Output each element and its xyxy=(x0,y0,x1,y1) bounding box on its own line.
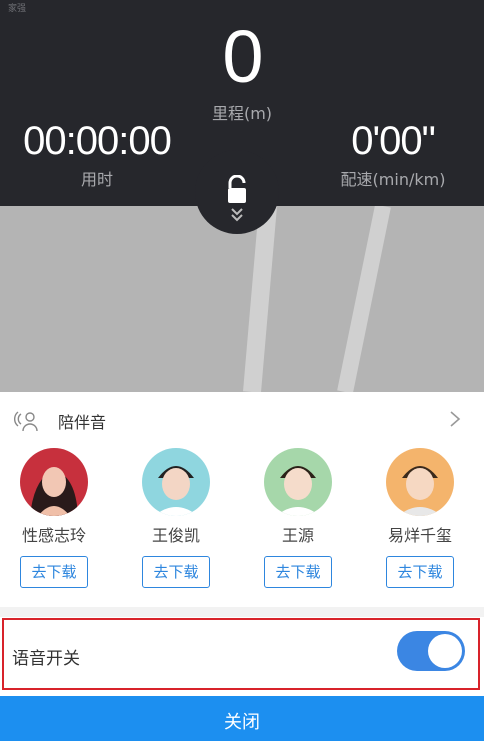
toggle-knob xyxy=(428,634,462,668)
pace-value: 0'00" xyxy=(351,119,436,163)
running-screen: 家强 0 里程(m) 00:00:00 用时 0'00" 配速(min/km) … xyxy=(0,0,484,741)
voice-option: 性感志玲 去下载 xyxy=(4,448,104,598)
voice-option: 易烊千玺 去下载 xyxy=(370,448,470,598)
voice-option: 王俊凯 去下载 xyxy=(126,448,226,598)
download-button[interactable]: 去下载 xyxy=(386,556,454,588)
voice-name: 王俊凯 xyxy=(151,526,200,545)
voice-avatar[interactable] xyxy=(386,448,454,516)
settings-sheet: 陪伴音 性感志玲 去下载 王俊凯 去下载 王源 去下载 易烊千玺 去下载 语音开… xyxy=(0,392,484,741)
time-value: 00:00:00 xyxy=(23,119,172,163)
top-left-label: 家强 xyxy=(8,4,27,14)
voice-avatar[interactable] xyxy=(142,448,210,516)
section-divider xyxy=(0,607,484,617)
voice-person-icon xyxy=(14,411,38,432)
voice-avatar[interactable] xyxy=(20,448,88,516)
companion-voice-header[interactable]: 陪伴音 xyxy=(0,392,484,446)
download-button[interactable]: 去下载 xyxy=(20,556,88,588)
download-button[interactable]: 去下载 xyxy=(264,556,332,588)
voice-option: 王源 去下载 xyxy=(248,448,348,598)
close-button[interactable]: 关闭 xyxy=(0,696,484,741)
voice-name: 易烊千玺 xyxy=(387,526,452,545)
voice-switch-label: 语音开关 xyxy=(12,649,80,669)
voice-avatar[interactable] xyxy=(264,448,332,516)
download-button[interactable]: 去下载 xyxy=(142,556,210,588)
double-chevron-down-icon[interactable] xyxy=(229,207,245,223)
unlock-icon[interactable] xyxy=(223,175,251,205)
time-label: 用时 xyxy=(80,170,113,189)
voice-name: 王源 xyxy=(281,526,314,545)
voice-toggle[interactable] xyxy=(397,631,465,671)
voice-name: 性感志玲 xyxy=(21,526,86,545)
companion-voice-title: 陪伴音 xyxy=(58,413,107,432)
chevron-right-icon[interactable] xyxy=(448,410,462,428)
distance-value: 0 xyxy=(222,15,263,98)
voice-switch-row: 语音开关 xyxy=(2,618,480,690)
pace-label: 配速(min/km) xyxy=(340,170,446,189)
